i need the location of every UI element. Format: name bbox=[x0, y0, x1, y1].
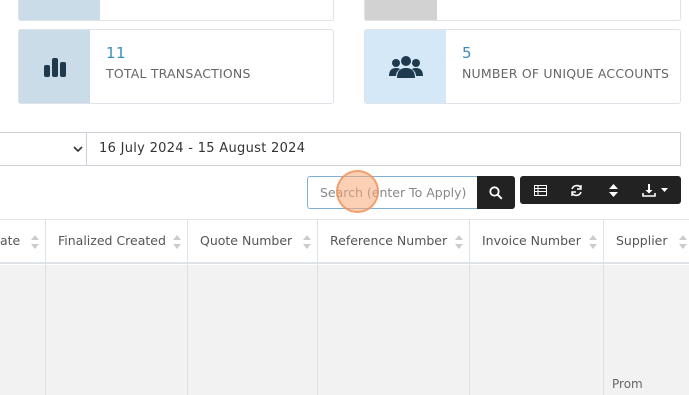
sort-icon bbox=[589, 235, 597, 249]
table-columns-icon bbox=[533, 184, 547, 196]
table-cell bbox=[46, 265, 188, 395]
unique-accounts-label: NUMBER OF UNIQUE ACCOUNTS bbox=[462, 66, 670, 81]
stat-icon-box bbox=[365, 30, 446, 103]
sort-icon bbox=[31, 235, 39, 249]
download-icon bbox=[642, 183, 656, 197]
column-header-supplier[interactable]: Supplier bbox=[604, 220, 689, 265]
column-header-quote-number[interactable]: Quote Number bbox=[188, 220, 318, 265]
search-input[interactable]: Search (enter To Apply) bbox=[307, 176, 478, 209]
table-cell bbox=[470, 265, 604, 395]
period-select[interactable] bbox=[0, 132, 87, 166]
table-cell bbox=[188, 265, 318, 395]
supplier-cell-partial: Prom bbox=[612, 377, 643, 391]
column-header-reference-number[interactable]: Reference Number bbox=[318, 220, 470, 265]
stat-icon-box bbox=[19, 30, 90, 103]
column-header-label: Quote Number bbox=[200, 233, 293, 248]
total-transactions-value: 11 bbox=[106, 44, 127, 62]
export-dropdown-button[interactable] bbox=[636, 176, 674, 204]
column-header-invoice-number[interactable]: Invoice Number bbox=[470, 220, 604, 265]
column-header-date[interactable]: ate bbox=[0, 220, 46, 265]
column-header-label: Reference Number bbox=[330, 233, 448, 248]
table-header: ate Finalized Created Quote Number Refer… bbox=[0, 219, 689, 265]
users-icon bbox=[388, 55, 423, 78]
stat-card-partial-left bbox=[18, 0, 334, 21]
table-body bbox=[0, 265, 689, 395]
date-range-input[interactable]: 16 July 2024 - 15 August 2024 bbox=[86, 132, 681, 166]
stat-icon-box bbox=[365, 0, 437, 20]
bar-chart-icon bbox=[43, 57, 66, 77]
table-cell bbox=[318, 265, 470, 395]
column-header-finalized-created[interactable]: Finalized Created bbox=[46, 220, 188, 265]
column-header-label: Supplier bbox=[616, 233, 668, 248]
column-header-label: Invoice Number bbox=[482, 233, 581, 248]
sort-icon bbox=[303, 235, 311, 249]
caret-down-icon bbox=[661, 188, 668, 192]
sort-toggle-icon bbox=[608, 183, 618, 197]
stat-icon-box bbox=[19, 0, 100, 20]
stat-card-partial-right bbox=[364, 0, 681, 21]
column-header-label: ate bbox=[0, 233, 21, 248]
stat-card-unique-accounts: 5 NUMBER OF UNIQUE ACCOUNTS bbox=[364, 29, 681, 104]
search-button[interactable] bbox=[477, 176, 515, 209]
search-icon bbox=[489, 185, 503, 200]
chevron-down-icon bbox=[73, 143, 83, 156]
table-toolbar bbox=[520, 176, 681, 204]
stat-card-transactions: 11 TOTAL TRANSACTIONS bbox=[18, 29, 334, 104]
refresh-button[interactable] bbox=[564, 176, 588, 204]
sort-icon bbox=[679, 235, 687, 249]
sort-icon bbox=[173, 235, 181, 249]
columns-button[interactable] bbox=[528, 176, 552, 204]
click-indicator bbox=[336, 170, 379, 213]
refresh-icon bbox=[570, 184, 582, 196]
unique-accounts-value: 5 bbox=[462, 44, 473, 62]
column-header-label: Finalized Created bbox=[58, 233, 166, 248]
sort-icon bbox=[455, 235, 463, 249]
table-cell bbox=[0, 265, 46, 395]
sort-toggle-button[interactable] bbox=[602, 176, 624, 204]
total-transactions-label: TOTAL TRANSACTIONS bbox=[106, 66, 251, 81]
